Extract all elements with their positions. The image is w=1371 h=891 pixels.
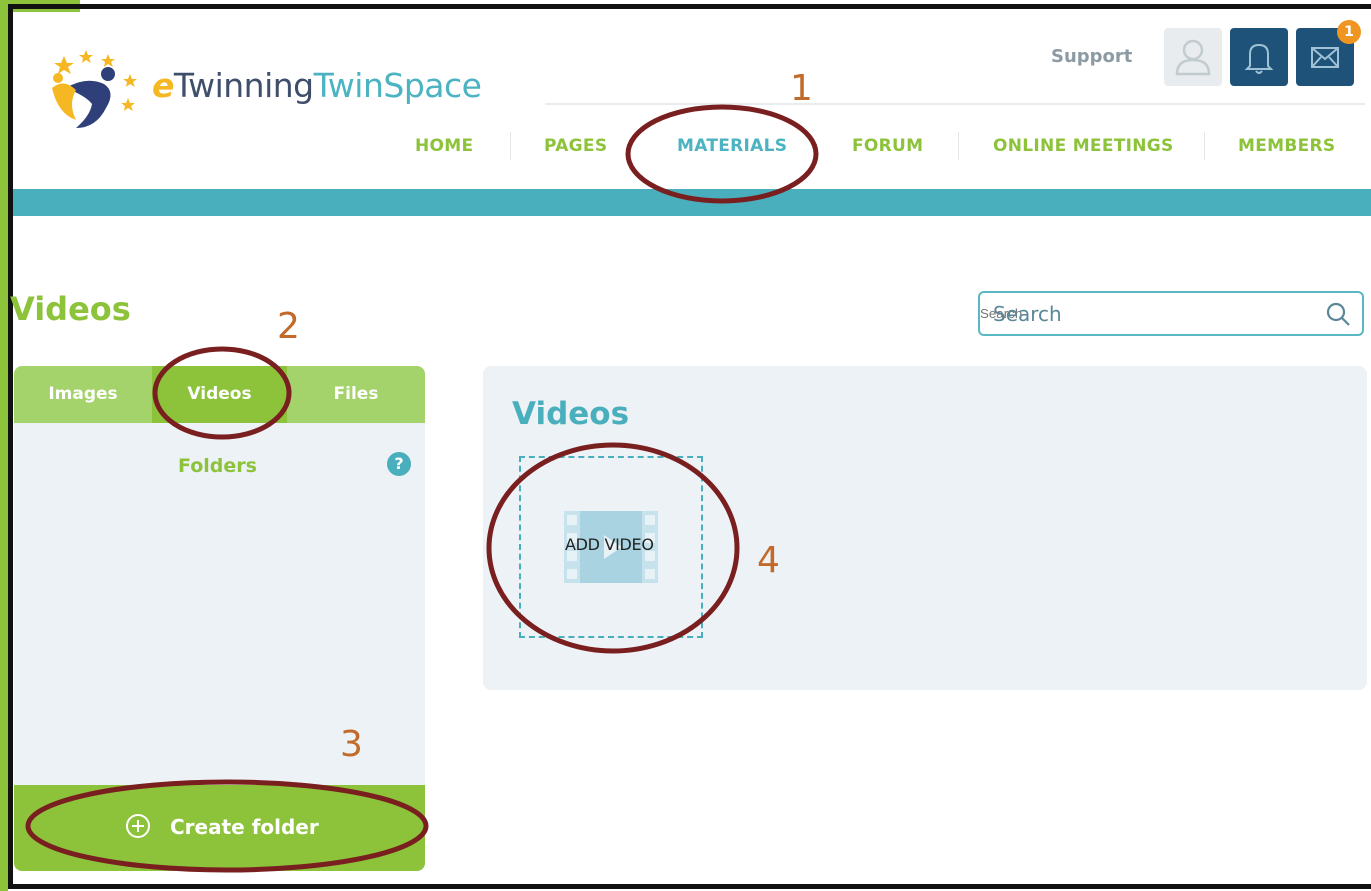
annotation-ring-create-folder [25, 779, 429, 873]
annotation-step-3: 3 [340, 724, 363, 765]
annotation-step-2: 2 [277, 306, 300, 347]
annotation-ring-videos-tab [152, 346, 292, 440]
annotation-step-4: 4 [757, 540, 780, 581]
annotation-step-1: 1 [790, 68, 813, 109]
annotation-ring-add-video [486, 442, 740, 654]
annotation-ring-materials [625, 104, 819, 204]
annotation-overlay [25, 104, 819, 873]
